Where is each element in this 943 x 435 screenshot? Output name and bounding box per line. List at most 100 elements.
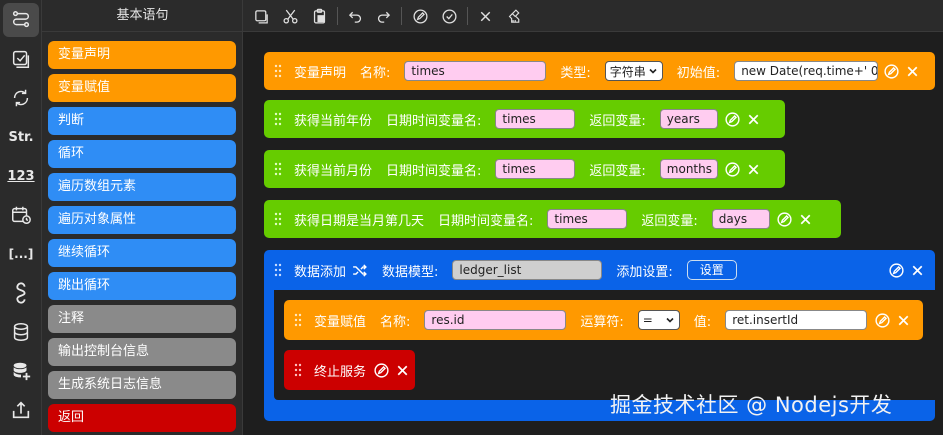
remove-block-button[interactable] [908, 261, 926, 279]
remove-block-button[interactable] [393, 361, 411, 379]
block-var-decl[interactable]: 变量声明 名称: times 类型: 字符串 初始值: new Date(req… [264, 52, 935, 90]
rail-checklist[interactable] [3, 42, 39, 76]
datetime-var-input[interactable]: times [547, 209, 628, 229]
cut-icon [282, 9, 298, 24]
drag-handle-icon [274, 212, 282, 226]
rail-flow[interactable] [3, 3, 39, 37]
palette-item-break[interactable]: 跳出循环 [48, 272, 236, 300]
palette-item-console-log[interactable]: 输出控制台信息 [48, 338, 236, 366]
datetime-var-input[interactable]: times [495, 159, 576, 179]
drag-handle[interactable] [272, 162, 284, 176]
operator-select-value: = [642, 313, 653, 327]
palette-item-continue[interactable]: 继续循环 [48, 239, 236, 267]
edit-block-button[interactable] [882, 62, 900, 80]
close-icon [907, 66, 918, 76]
palette-item-system-log[interactable]: 生成系统日志信息 [48, 371, 236, 399]
close-icon [912, 265, 922, 275]
block-title: 获得日期是当月第几天 [294, 213, 425, 229]
remove-block-button[interactable] [894, 311, 912, 329]
toolbar-divider [337, 7, 338, 25]
drag-handle[interactable] [292, 363, 304, 377]
redo-button[interactable] [372, 5, 394, 27]
edit-block-button[interactable] [887, 261, 905, 279]
drag-handle[interactable] [292, 313, 304, 327]
block-get-day[interactable]: 获得日期是当月第几天 日期时间变量名: times 返回变量: days [264, 200, 841, 238]
palette-item-loop[interactable]: 循环 [48, 140, 236, 168]
block-var-assign[interactable]: 变量赋值 名称: res.id 运算符: = 值: ret.insertId [284, 300, 923, 340]
rail-regex[interactable] [3, 276, 39, 310]
return-var-input[interactable]: days [711, 209, 770, 229]
drag-handle[interactable] [272, 263, 284, 277]
edit-block-button[interactable] [776, 210, 794, 228]
edit-circle-icon [373, 362, 389, 378]
undo-button[interactable] [344, 5, 366, 27]
name-label: 名称: [380, 314, 411, 330]
datetime-var-input[interactable]: times [495, 109, 576, 129]
rail-database-add[interactable] [3, 354, 39, 388]
close-icon [800, 214, 811, 224]
watermark: 掘金技术社区 @ Nodejs开发 [610, 393, 893, 417]
type-select[interactable]: 字符串 [604, 61, 663, 81]
drag-handle[interactable] [272, 212, 284, 226]
remove-block-button[interactable] [797, 210, 815, 228]
palette-item-var-assign[interactable]: 变量赋值 [48, 74, 236, 102]
edit-block-button[interactable] [372, 361, 390, 379]
remove-block-button[interactable] [745, 160, 763, 178]
drag-handle-icon [274, 162, 282, 176]
rail-array[interactable]: [...] [3, 237, 39, 271]
rail-number[interactable]: 123 [3, 159, 39, 193]
edit-circle-icon [412, 8, 428, 24]
var-name-input[interactable]: times [404, 61, 547, 81]
clear-button[interactable] [503, 5, 525, 27]
edit-circle-icon [884, 63, 899, 79]
settings-button[interactable]: 设置 [686, 260, 737, 280]
drag-handle[interactable] [272, 64, 284, 78]
rail-string[interactable]: Str. [3, 120, 39, 154]
palette-item-comment[interactable]: 注释 [48, 305, 236, 333]
return-var-input[interactable]: months [659, 159, 718, 179]
rail-database[interactable] [3, 315, 39, 349]
redo-icon [377, 11, 390, 23]
edit-block-button[interactable] [873, 311, 891, 329]
drag-handle-icon [274, 112, 282, 126]
close-icon [397, 365, 407, 375]
close-icon [748, 114, 759, 124]
init-value-input[interactable]: new Date(req.time+' 0: [734, 61, 879, 81]
copy-icon [254, 9, 268, 24]
palette-item-if[interactable]: 判断 [48, 107, 236, 135]
palette-item-return[interactable]: 返回 [48, 404, 236, 432]
assign-name-input[interactable]: res.id [424, 310, 567, 330]
cut-button[interactable] [279, 5, 301, 27]
model-input[interactable]: ledger_list [452, 260, 603, 280]
icon-rail: Str. 123 [...] [0, 0, 42, 435]
edit-block-button[interactable] [724, 160, 742, 178]
paste-button[interactable] [308, 5, 330, 27]
edit-block-button[interactable] [724, 110, 742, 128]
delete-button[interactable] [474, 5, 496, 27]
block-title: 数据添加 [294, 264, 347, 280]
shuffle-button[interactable] [350, 261, 368, 279]
return-var-input[interactable]: years [659, 109, 718, 129]
palette-item-for-each-array[interactable]: 遍历数组元素 [48, 173, 236, 201]
close-icon [898, 315, 909, 325]
operator-select[interactable]: = [637, 310, 680, 330]
return-var-label: 返回变量: [589, 163, 646, 179]
copy-button[interactable] [250, 5, 272, 27]
rail-transform[interactable] [3, 81, 39, 115]
edit-button[interactable] [409, 5, 431, 27]
assign-value-input[interactable]: ret.insertId [725, 310, 868, 330]
block-stop-service[interactable]: 终止服务 [284, 350, 415, 390]
remove-block-button[interactable] [903, 62, 921, 80]
block-title: 获得当前月份 [294, 163, 373, 179]
rail-datetime[interactable] [3, 198, 39, 232]
rail-export[interactable] [3, 393, 39, 427]
drag-handle[interactable] [272, 112, 284, 126]
block-get-month[interactable]: 获得当前月份 日期时间变量名: times 返回变量: months [264, 150, 785, 188]
palette-item-var-decl[interactable]: 变量声明 [48, 41, 236, 69]
edit-circle-icon [888, 262, 904, 278]
block-get-year[interactable]: 获得当前年份 日期时间变量名: times 返回变量: years [264, 100, 785, 138]
remove-block-button[interactable] [745, 110, 763, 128]
validate-button[interactable] [438, 5, 460, 27]
code-canvas[interactable]: 变量声明 名称: times 类型: 字符串 初始值: new Date(req… [243, 32, 943, 435]
palette-item-for-each-object[interactable]: 遍历对象属性 [48, 206, 236, 234]
